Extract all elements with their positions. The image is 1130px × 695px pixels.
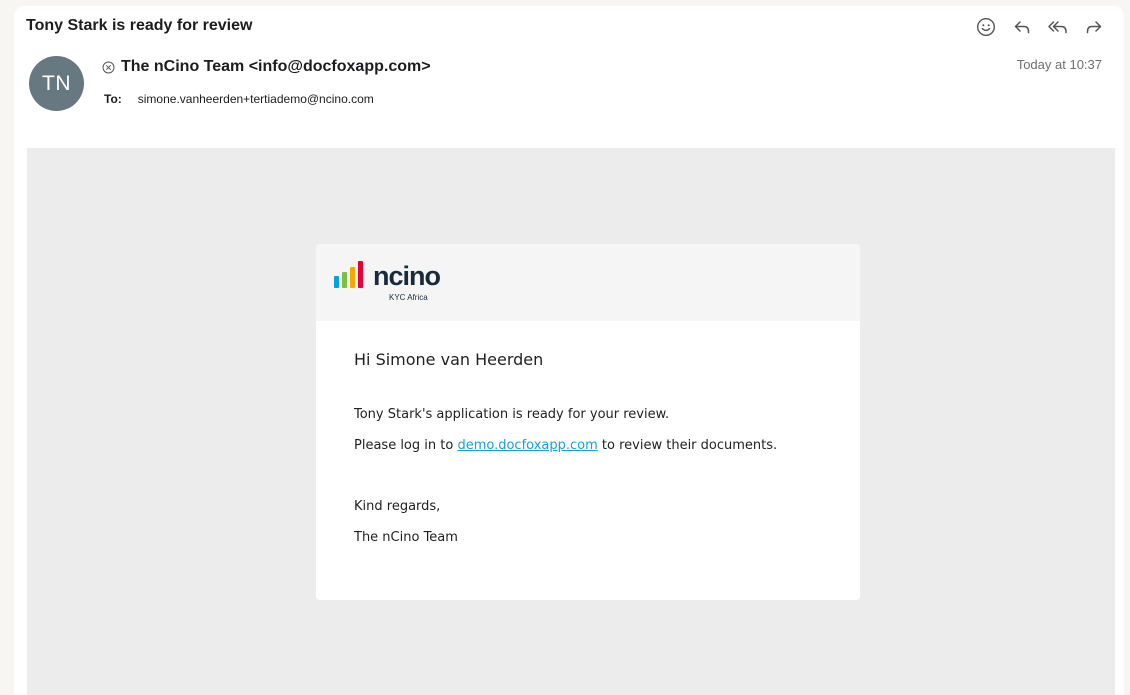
logo-wordmark: ncino: [373, 261, 441, 291]
email-body: ncino KYC Africa Hi Simone van Heerden T…: [27, 148, 1115, 695]
sender-row: The nCino Team <info@docfoxapp.com>: [102, 58, 431, 76]
signature: The nCino Team: [354, 530, 458, 545]
email-viewer: Tony Stark is ready for review TN The nC…: [14, 6, 1124, 695]
sender-name[interactable]: The nCino Team <info@docfoxapp.com>: [121, 58, 431, 76]
message-content: Hi Simone van Heerden Tony Stark's appli…: [316, 321, 860, 553]
email-actions-toolbar: [974, 15, 1106, 39]
smiley-icon: [976, 17, 996, 37]
body-line-2: Please log in to demo.docfoxapp.com to r…: [354, 430, 822, 461]
remove-circle-icon[interactable]: [102, 61, 115, 74]
reply-button[interactable]: [1010, 15, 1034, 39]
greeting: Hi Simone van Heerden: [354, 350, 544, 369]
recipient-address[interactable]: simone.vanheerden+tertiademo@ncino.com: [138, 92, 374, 106]
logo-subtitle: KYC Africa: [389, 293, 428, 302]
reply-icon: [1014, 21, 1030, 34]
forward-button[interactable]: [1082, 15, 1106, 39]
sender-avatar: TN: [29, 56, 84, 111]
email-timestamp: Today at 10:37: [1016, 57, 1102, 72]
to-label: To:: [104, 92, 122, 106]
forward-icon: [1086, 21, 1102, 34]
body-line-1: Tony Stark's application is ready for yo…: [354, 407, 670, 422]
email-subject: Tony Stark is ready for review: [26, 17, 253, 34]
logo-bars-icon: [334, 261, 363, 288]
message-header: ncino KYC Africa: [316, 244, 860, 321]
docfox-link[interactable]: demo.docfoxapp.com: [457, 438, 597, 453]
emoji-reaction-button[interactable]: [974, 15, 998, 39]
line2-before: Please log in to: [354, 438, 454, 453]
line2-after: to review their documents.: [601, 438, 778, 453]
closing: Kind regards,: [354, 499, 441, 514]
message-card: ncino KYC Africa Hi Simone van Heerden T…: [316, 244, 860, 600]
reply-all-button[interactable]: [1046, 15, 1070, 39]
reply-all-icon: [1048, 21, 1067, 34]
recipient-row: To: simone.vanheerden+tertiademo@ncino.c…: [104, 92, 374, 106]
